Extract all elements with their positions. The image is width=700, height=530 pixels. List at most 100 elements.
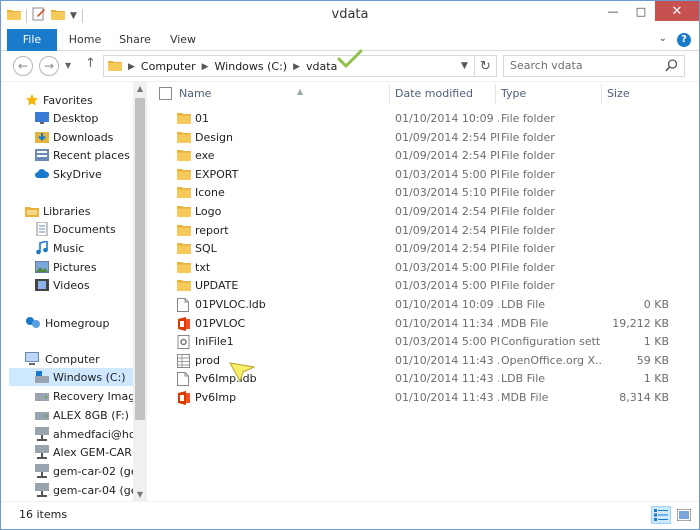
- search-icon[interactable]: [665, 59, 678, 75]
- recent-places-icon: [35, 149, 49, 161]
- back-button[interactable]: ←: [13, 56, 33, 76]
- tab-share[interactable]: Share: [113, 29, 157, 51]
- scrollbar-thumb[interactable]: [135, 98, 145, 420]
- address-dropdown-button[interactable]: ▼: [454, 56, 474, 76]
- file-row[interactable]: UPDATE 01/03/2014 5:00 PM File folder: [171, 277, 695, 295]
- chevron-right-icon[interactable]: ▶: [128, 62, 135, 72]
- window-controls: — □ ✕: [599, 1, 699, 21]
- nav-network-drive[interactable]: gem-car-02 (gen: [35, 462, 145, 480]
- maximize-button[interactable]: □: [627, 1, 655, 21]
- nav-recent-places[interactable]: Recent places: [35, 146, 130, 164]
- file-name: Pv6Imp.ldb: [195, 372, 257, 386]
- minimize-button[interactable]: —: [599, 1, 627, 21]
- file-size: [605, 166, 669, 184]
- nav-homegroup[interactable]: Homegroup: [25, 314, 109, 332]
- recent-locations-button[interactable]: ▼: [65, 61, 71, 70]
- select-all-checkbox[interactable]: [159, 87, 172, 100]
- forward-button[interactable]: →: [39, 56, 59, 76]
- document-icon: [177, 298, 191, 312]
- chevron-right-icon[interactable]: ▶: [202, 62, 209, 72]
- file-row[interactable]: Design 01/09/2014 2:54 PM File folder: [171, 129, 695, 147]
- ribbon-right-controls: ⌄ ?: [659, 33, 691, 47]
- file-size: 8,314 KB: [619, 391, 669, 404]
- column-header-date[interactable]: Date modified: [395, 82, 495, 106]
- nav-libraries[interactable]: Libraries: [25, 202, 91, 220]
- help-icon[interactable]: ?: [677, 33, 691, 47]
- file-row[interactable]: Pv6Imp 01/10/2014 11:43 ... MDB File 8,314 …: [171, 389, 695, 407]
- check-mark-icon: [337, 49, 363, 68]
- large-icons-view-button[interactable]: [674, 506, 694, 524]
- refresh-button[interactable]: ↻: [474, 56, 496, 76]
- up-button[interactable]: ↑: [85, 56, 96, 71]
- nav-alex-8gb[interactable]: ALEX 8GB (F:): [35, 406, 129, 424]
- file-date: 01/10/2014 10:09 ...: [395, 112, 499, 125]
- file-row[interactable]: Logo 01/09/2014 2:54 PM File folder: [171, 203, 695, 221]
- nav-skydrive[interactable]: SkyDrive: [35, 165, 102, 183]
- sort-ascending-icon: ▲: [297, 87, 304, 96]
- nav-documents[interactable]: Documents: [35, 220, 116, 238]
- file-row[interactable]: EXPORT 01/03/2014 5:00 PM File folder: [171, 166, 695, 184]
- file-size: 1 KB: [643, 372, 669, 386]
- cloud-icon: [35, 169, 49, 178]
- tab-home[interactable]: Home: [63, 29, 107, 51]
- chevron-right-icon[interactable]: ▶: [293, 62, 300, 72]
- file-name: Design: [195, 130, 233, 144]
- expand-ribbon-icon[interactable]: ⌄: [659, 33, 667, 47]
- nav-network-drive[interactable]: gem-car-04 (gen: [35, 481, 145, 499]
- file-size: [605, 129, 669, 147]
- chevron-down-icon[interactable]: ▼: [133, 488, 147, 502]
- file-size: 0 KB: [643, 298, 669, 311]
- nav-favorites[interactable]: Favorites: [25, 91, 93, 109]
- nav-music[interactable]: Music: [35, 239, 84, 257]
- content-area: Favorites Desktop Downloads Recent place…: [1, 81, 699, 502]
- file-row[interactable]: SQL 01/09/2014 2:54 PM File folder: [171, 240, 695, 258]
- file-type: File folder: [501, 112, 555, 125]
- file-date: 01/03/2014 5:00 PM: [395, 335, 499, 349]
- file-name: Icone: [195, 186, 225, 200]
- file-row[interactable]: Icone 01/03/2014 5:10 PM File folder: [171, 184, 695, 202]
- file-name: EXPORT: [195, 167, 239, 181]
- file-date: 01/10/2014 11:43 ...: [395, 372, 499, 386]
- chevron-up-icon[interactable]: ▲: [133, 82, 147, 96]
- breadcrumb-drive[interactable]: Windows (C:): [215, 60, 288, 73]
- file-row[interactable]: IniFile1 01/03/2014 5:00 PM Configuration …: [171, 333, 695, 351]
- file-row[interactable]: txt 01/03/2014 5:00 PM File folder: [171, 259, 695, 277]
- tab-view[interactable]: View: [163, 29, 203, 51]
- nav-network-drive[interactable]: Alex GEM-CAR (A: [35, 443, 147, 461]
- file-type: File folder: [501, 149, 555, 163]
- file-type: File folder: [501, 167, 555, 181]
- close-button[interactable]: ✕: [655, 1, 699, 21]
- address-bar[interactable]: ▶ Computer ▶ Windows (C:) ▶ vdata ▼ ↻: [103, 55, 497, 77]
- file-size: [605, 259, 669, 277]
- file-row[interactable]: report 01/09/2014 2:54 PM File folder: [171, 222, 695, 240]
- file-row[interactable]: exe 01/09/2014 2:54 PM File folder: [171, 147, 695, 165]
- nav-scrollbar[interactable]: ▲ ▼: [133, 82, 147, 502]
- breadcrumb-vdata[interactable]: vdata: [306, 60, 337, 73]
- file-row[interactable]: 01 01/10/2014 10:09 ... File folder: [171, 110, 695, 128]
- file-name: Logo: [195, 205, 222, 218]
- nav-windows-c[interactable]: Windows (C:): [9, 368, 133, 386]
- nav-computer[interactable]: Computer: [25, 350, 100, 368]
- file-row[interactable]: 01PVLOC 01/10/2014 11:34 ... MDB File 19,21…: [171, 315, 695, 333]
- folder-icon: [177, 131, 191, 145]
- file-type: File folder: [501, 186, 555, 200]
- file-name: Pv6Imp: [195, 391, 237, 404]
- details-view-button[interactable]: [651, 506, 671, 524]
- pointer-annotation-icon: [229, 362, 255, 382]
- column-header-type[interactable]: Type: [501, 82, 601, 106]
- column-header-size[interactable]: Size: [607, 82, 687, 106]
- nav-pictures[interactable]: Pictures: [35, 258, 97, 276]
- nav-recovery-image[interactable]: Recovery Image (: [35, 387, 147, 405]
- breadcrumb-computer[interactable]: Computer: [141, 60, 196, 73]
- nav-network-drive[interactable]: ahmedfaci@hotr: [35, 425, 144, 443]
- nav-downloads[interactable]: Downloads: [35, 128, 113, 146]
- folder-icon: [177, 242, 191, 256]
- file-row[interactable]: 01PVLOC.ldb 01/10/2014 10:09 ... LDB File 0…: [171, 296, 695, 314]
- nav-videos[interactable]: Videos: [35, 276, 90, 294]
- search-input[interactable]: [510, 59, 660, 72]
- column-header-name[interactable]: Name ▲: [179, 82, 379, 106]
- tab-file[interactable]: File: [7, 29, 57, 51]
- file-size: [605, 147, 669, 165]
- drive-icon: [35, 371, 49, 383]
- nav-desktop[interactable]: Desktop: [35, 109, 98, 127]
